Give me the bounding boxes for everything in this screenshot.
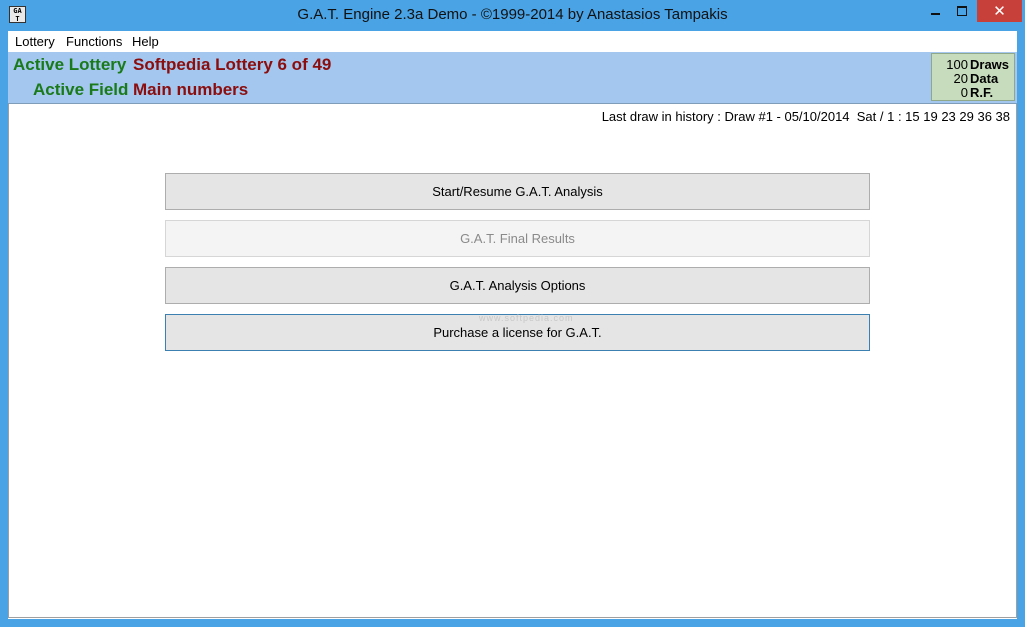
maximize-button[interactable] bbox=[949, 0, 976, 22]
active-lottery-value: Softpedia Lottery 6 of 49 bbox=[133, 55, 332, 74]
menu-bar: Lottery Functions Help bbox=[8, 31, 1017, 52]
stat-draws-label: Draws bbox=[970, 57, 1010, 72]
minimize-button[interactable] bbox=[921, 0, 949, 22]
stat-rf-label: R.F. bbox=[970, 85, 994, 100]
active-lottery-label: Active Lottery bbox=[13, 55, 127, 74]
maximize-icon bbox=[957, 6, 967, 16]
stat-data-label: Data bbox=[970, 71, 999, 86]
close-button[interactable]: ✕ bbox=[977, 0, 1022, 22]
stat-rf-value: 0 bbox=[960, 85, 968, 100]
window-title: G.A.T. Engine 2.3a Demo - ©1999-2014 by … bbox=[297, 6, 728, 23]
minimize-icon bbox=[931, 13, 940, 15]
active-field-label: Active Field bbox=[33, 80, 129, 99]
title-bar[interactable]: GA T G.A.T. Engine 2.3a Demo - ©1999-201… bbox=[0, 0, 1025, 31]
main-panel: Last draw in history : Draw #1 - 05/10/2… bbox=[8, 104, 1017, 618]
active-info-bar: Active Lottery Softpedia Lottery 6 of 49… bbox=[8, 52, 1017, 104]
stat-draws: 100 Draws bbox=[932, 57, 1016, 72]
stat-draws-value: 100 bbox=[946, 57, 968, 72]
menu-functions[interactable]: Functions bbox=[66, 34, 122, 49]
watermark: www.softpedia.com bbox=[479, 313, 574, 323]
close-icon: ✕ bbox=[993, 2, 1006, 20]
start-analysis-button[interactable]: Start/Resume G.A.T. Analysis bbox=[165, 173, 870, 210]
client-area: Lottery Functions Help Active Lottery So… bbox=[8, 31, 1017, 619]
menu-help[interactable]: Help bbox=[132, 34, 159, 49]
final-results-button: G.A.T. Final Results bbox=[165, 220, 870, 257]
analysis-options-button[interactable]: G.A.T. Analysis Options bbox=[165, 267, 870, 304]
app-window: GA T G.A.T. Engine 2.3a Demo - ©1999-201… bbox=[0, 0, 1025, 627]
stat-data: 20 Data bbox=[932, 71, 1016, 86]
last-draw-info: Last draw in history : Draw #1 - 05/10/2… bbox=[601, 109, 1010, 124]
stat-rf: 0 R.F. bbox=[932, 85, 1016, 100]
active-field-value: Main numbers bbox=[133, 80, 249, 99]
stat-data-value: 20 bbox=[953, 71, 968, 86]
menu-lottery[interactable]: Lottery bbox=[15, 34, 55, 49]
stats-panel: 100 Draws 20 Data 0 R.F. bbox=[931, 53, 1015, 101]
